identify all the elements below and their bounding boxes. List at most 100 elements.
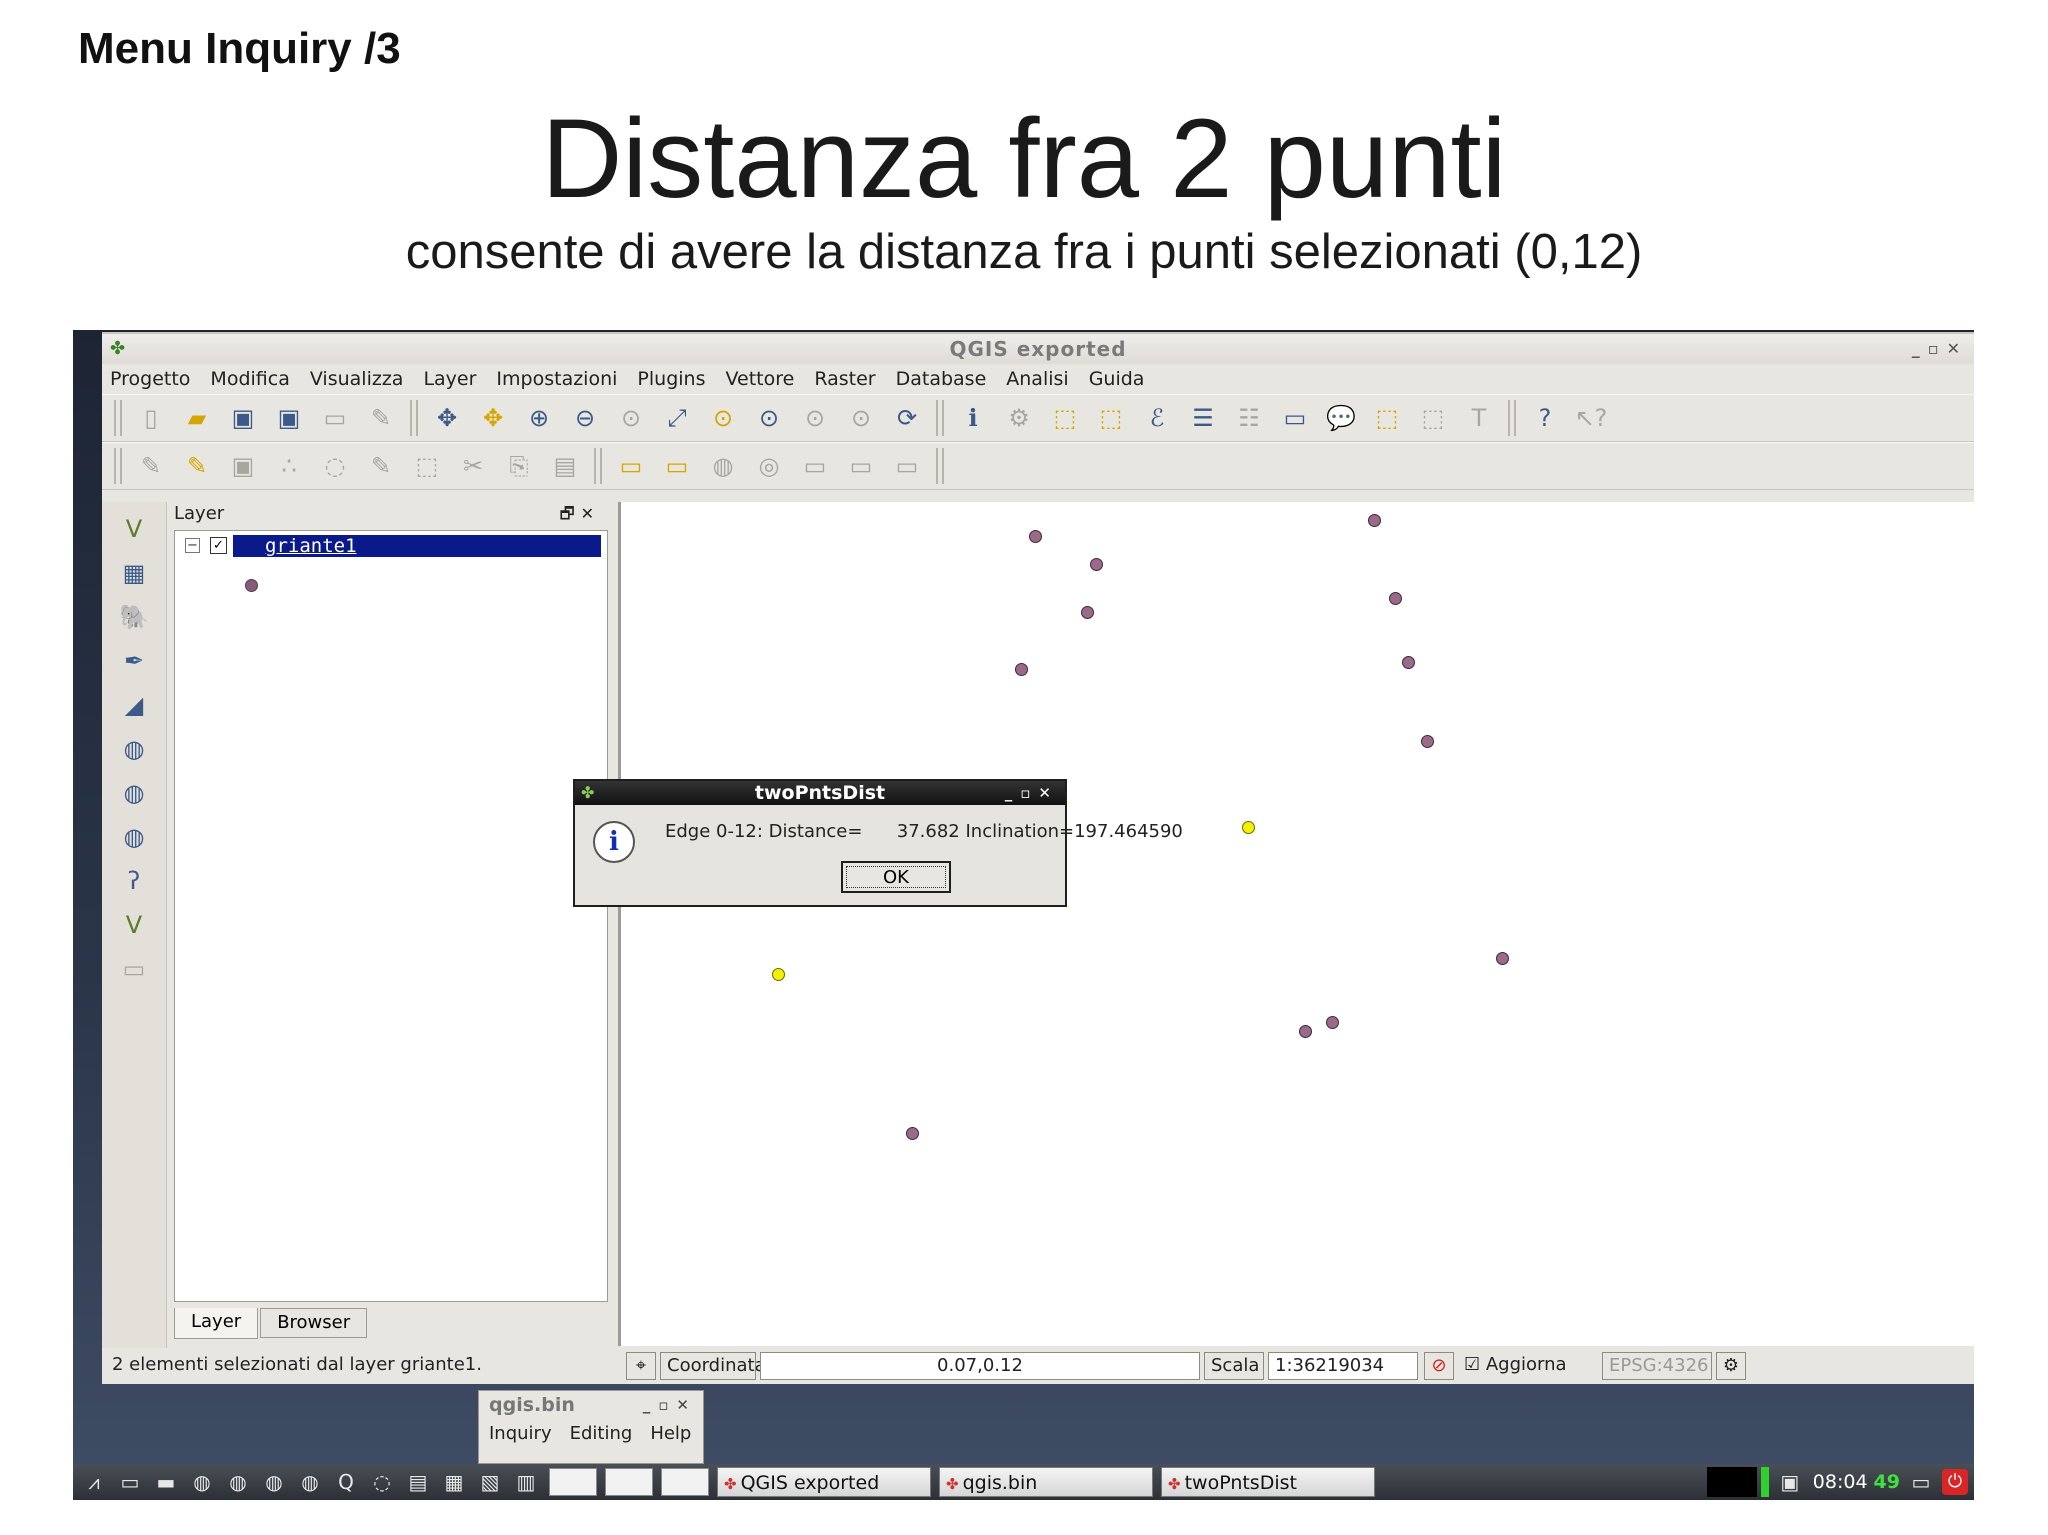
task-twopntsdist[interactable]: ✤ twoPntsDist <box>1161 1467 1375 1497</box>
zoom-next-icon[interactable]: ⊙ <box>844 401 878 435</box>
menu-editing[interactable]: Editing <box>570 1419 633 1449</box>
menu-help[interactable]: Help <box>650 1419 691 1449</box>
current-edits-icon[interactable]: ✎ <box>134 449 168 483</box>
tab-layer[interactable]: Layer <box>174 1308 259 1339</box>
window-titlebar[interactable]: ✤ QGIS exported _▫✕ <box>102 334 1974 364</box>
ok-button[interactable]: OK <box>841 861 951 893</box>
add-raster-layer-icon[interactable]: ▦ <box>117 556 151 590</box>
grass-icon[interactable]: ◌ <box>367 1468 397 1496</box>
power-icon[interactable]: ⏻ <box>1942 1469 1968 1495</box>
measure-line-icon[interactable]: ▭ <box>1278 401 1312 435</box>
qgis-launcher-icon[interactable]: Q <box>331 1468 361 1496</box>
new-vector-layer-icon[interactable]: V <box>117 908 151 942</box>
zoom-in-icon[interactable]: ⊕ <box>522 401 556 435</box>
collapse-icon[interactable]: − <box>185 538 200 553</box>
map-point[interactable] <box>1496 952 1509 965</box>
composer-manager-icon[interactable]: ✎ <box>364 401 398 435</box>
zoom-full-icon[interactable]: ⤢ <box>660 401 694 435</box>
save-as-icon[interactable]: ▣ <box>272 401 306 435</box>
pan-icon[interactable]: ✥ <box>430 401 464 435</box>
gimp-icon[interactable]: ◍ <box>259 1468 289 1496</box>
menu-plugins[interactable]: Plugins <box>637 368 705 390</box>
zoom-selection-icon[interactable]: ⊙ <box>706 401 740 435</box>
new-composer-icon[interactable]: ▭ <box>318 401 352 435</box>
impress-icon[interactable]: ▧ <box>475 1468 505 1496</box>
pager-icon[interactable]: ▥ <box>511 1468 541 1496</box>
copy-features-icon[interactable]: ⎘ <box>502 449 536 483</box>
mini-window-controls[interactable]: _▫✕ <box>643 1391 697 1419</box>
workspace-2[interactable] <box>605 1468 653 1496</box>
move-label-icon[interactable]: ▭ <box>798 449 832 483</box>
pin-labels-icon[interactable]: ◍ <box>706 449 740 483</box>
workspace-3[interactable] <box>661 1468 709 1496</box>
render-checkbox[interactable]: ☑ Aggiorna <box>1458 1352 1598 1380</box>
add-wfs-layer-icon[interactable]: ◍ <box>117 820 151 854</box>
zoom-actual-icon[interactable]: ⊙ <box>614 401 648 435</box>
terminal-icon[interactable]: ▬ <box>151 1468 181 1496</box>
map-tips-icon[interactable]: 💬 <box>1324 401 1358 435</box>
identify-icon[interactable]: ℹ <box>956 401 990 435</box>
menu-progetto[interactable]: Progetto <box>110 368 190 390</box>
stop-render-icon[interactable]: ⊘ <box>1424 1352 1454 1380</box>
map-point[interactable] <box>1389 592 1402 605</box>
show-bookmarks-icon[interactable]: ⬚ <box>1416 401 1450 435</box>
map-point[interactable] <box>1081 606 1094 619</box>
browser-icon[interactable]: ◍ <box>223 1468 253 1496</box>
menu-raster[interactable]: Raster <box>814 368 875 390</box>
layer-tree[interactable]: − ✓ griante1 <box>174 530 608 1302</box>
writer-icon[interactable]: ▤ <box>403 1468 433 1496</box>
menu-vettore[interactable]: Vettore <box>725 368 794 390</box>
selected-point[interactable] <box>1242 821 1255 834</box>
dialog-window-controls[interactable]: _▫✕ <box>1005 781 1059 805</box>
menu-impostazioni[interactable]: Impostazioni <box>496 368 617 390</box>
menu-database[interactable]: Database <box>896 368 987 390</box>
map-canvas[interactable] <box>618 502 1974 1346</box>
dialog-titlebar[interactable]: ✤ twoPntsDist _▫✕ <box>575 781 1065 805</box>
pan-to-selection-icon[interactable]: ✥ <box>476 401 510 435</box>
network-icon[interactable]: ▣ <box>1775 1468 1805 1496</box>
add-wms-layer-icon[interactable]: ◍ <box>117 732 151 766</box>
map-point[interactable] <box>1029 530 1042 543</box>
toolbar-handle[interactable] <box>114 400 122 436</box>
toolbar-handle[interactable] <box>114 448 122 484</box>
map-point[interactable] <box>1090 558 1103 571</box>
help-contents-icon[interactable]: ? <box>1528 401 1562 435</box>
desktop-icon[interactable]: ▭ <box>115 1468 145 1496</box>
add-spatialite-layer-icon[interactable]: ✒ <box>117 644 151 678</box>
rotate-label-icon[interactable]: ▭ <box>844 449 878 483</box>
map-point[interactable] <box>1326 1016 1339 1029</box>
map-point[interactable] <box>1368 514 1381 527</box>
clock[interactable]: 08:04 <box>1813 1471 1868 1493</box>
map-point[interactable] <box>1299 1025 1312 1038</box>
select-features-icon[interactable]: ⬚ <box>1048 401 1082 435</box>
change-label-icon[interactable]: ▭ <box>890 449 924 483</box>
add-mssql-layer-icon[interactable]: ◢ <box>117 688 151 722</box>
open-project-icon[interactable]: ▰ <box>180 401 214 435</box>
menu-analisi[interactable]: Analisi <box>1006 368 1068 390</box>
refresh-icon[interactable]: ⟳ <box>890 401 924 435</box>
add-wcs-layer-icon[interactable]: ◍ <box>117 776 151 810</box>
file-manager-icon[interactable]: ◍ <box>187 1468 217 1496</box>
zoom-layer-icon[interactable]: ⊙ <box>752 401 786 435</box>
map-point[interactable] <box>1015 663 1028 676</box>
deselect-icon[interactable]: ⬚ <box>1094 401 1128 435</box>
coordinate-field[interactable]: 0.07,0.12 <box>760 1352 1200 1380</box>
remove-layer-icon[interactable]: ▭ <box>117 952 151 986</box>
crs-status[interactable]: EPSG:4326 <box>1602 1352 1712 1380</box>
toggle-editing-icon[interactable]: ✎ <box>180 449 214 483</box>
menu-guida[interactable]: Guida <box>1089 368 1145 390</box>
coordinate-toggle-icon[interactable]: ⌖ <box>626 1352 656 1380</box>
task-qgis-exported[interactable]: ✤ QGIS exported <box>717 1467 931 1497</box>
show-hide-labels-icon[interactable]: ◎ <box>752 449 786 483</box>
menu-layer[interactable]: Layer <box>423 368 476 390</box>
new-bookmark-icon[interactable]: ⬚ <box>1370 401 1404 435</box>
add-vector-layer-icon[interactable]: V <box>117 512 151 546</box>
workspace-1[interactable] <box>549 1468 597 1496</box>
new-project-icon[interactable]: ▯ <box>134 401 168 435</box>
text-annotation-icon[interactable]: T <box>1462 401 1496 435</box>
layer-visibility-checkbox[interactable]: ✓ <box>210 537 227 554</box>
selected-point[interactable] <box>772 968 785 981</box>
node-tool-icon[interactable]: ✎ <box>364 449 398 483</box>
field-calculator-icon[interactable]: ☷ <box>1232 401 1266 435</box>
menu-modifica[interactable]: Modifica <box>210 368 289 390</box>
